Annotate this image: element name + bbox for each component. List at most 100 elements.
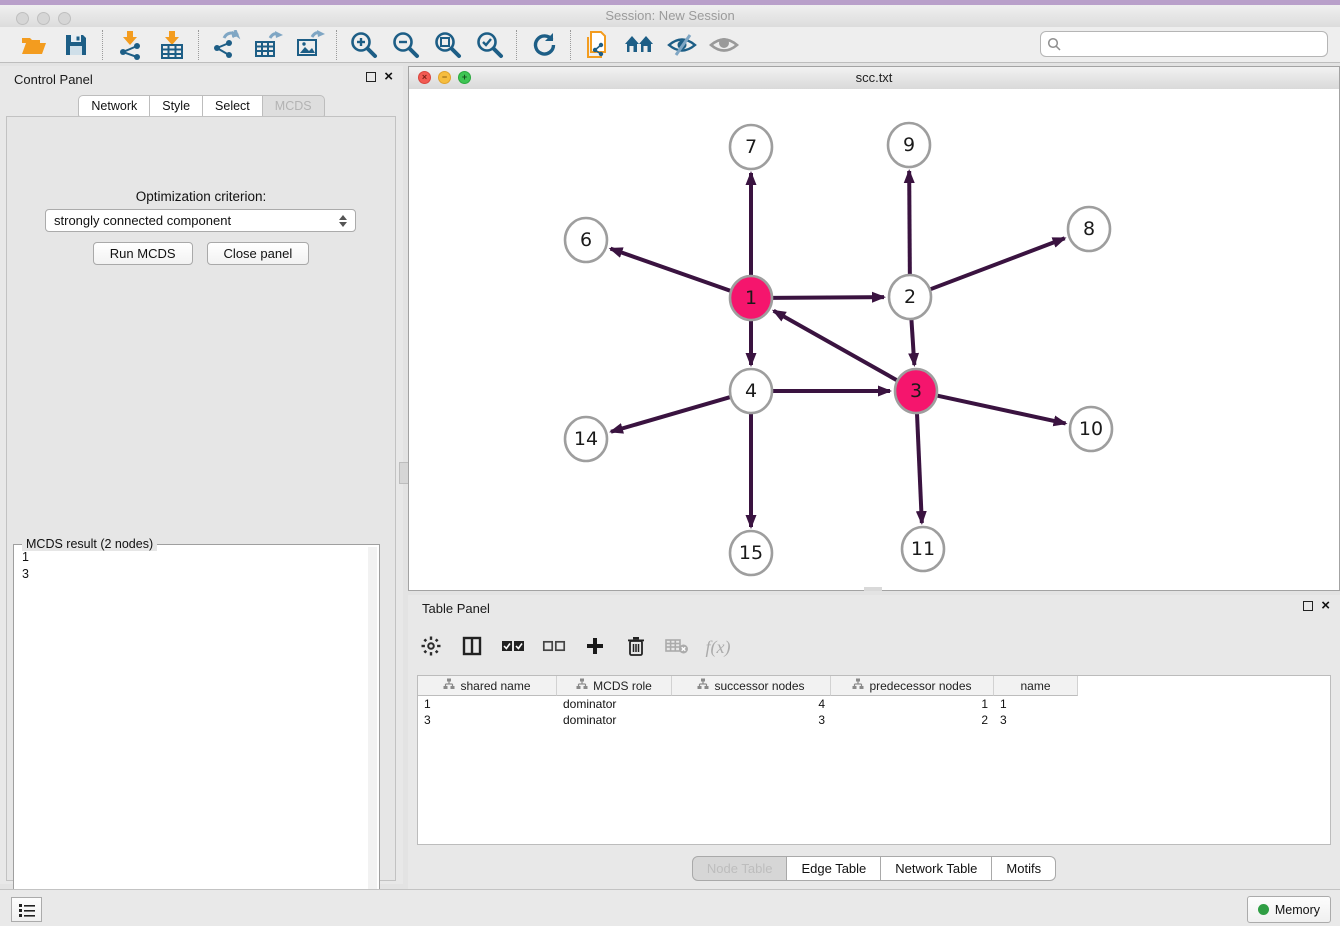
edge-4-14[interactable] [611, 397, 730, 432]
zoom-out-icon [391, 30, 421, 60]
float-table-panel-icon[interactable] [1303, 601, 1313, 611]
column-header-MCDS-role[interactable]: MCDS role [557, 676, 672, 696]
run-mcds-button[interactable]: Run MCDS [93, 242, 193, 265]
trash-button[interactable] [623, 634, 649, 660]
houses-button[interactable] [624, 30, 656, 60]
select-all-button[interactable] [500, 634, 526, 660]
toolbar-group [200, 30, 336, 60]
column-header-name[interactable]: name [994, 676, 1078, 696]
task-history-button[interactable] [11, 897, 42, 922]
cell-MCDS-role[interactable]: dominator [557, 712, 672, 728]
tab-style[interactable]: Style [150, 95, 203, 117]
cell-successor-nodes[interactable]: 3 [672, 712, 831, 728]
hierarchy-icon [576, 678, 588, 693]
add-column-icon [585, 636, 605, 659]
zoom-in-button[interactable] [348, 30, 380, 60]
edge-3-1[interactable] [774, 311, 897, 380]
search-box[interactable] [1040, 31, 1328, 57]
cell-shared-name[interactable]: 1 [418, 696, 557, 712]
graph-node-6[interactable]: 6 [565, 218, 607, 262]
edge-1-2[interactable] [773, 297, 884, 298]
node-label: 9 [903, 134, 915, 156]
add-column-button[interactable] [582, 634, 608, 660]
edge-2-3[interactable] [911, 319, 914, 365]
node-label: 8 [1083, 218, 1095, 240]
folder-open-button[interactable] [18, 30, 50, 60]
workspace: Control Panel × NetworkStyleSelectMCDS O… [0, 63, 1340, 889]
criterion-select[interactable]: strongly connected component [45, 209, 356, 232]
edge-2-9[interactable] [909, 171, 910, 275]
zoom-out-button[interactable] [390, 30, 422, 60]
edge-2-8[interactable] [931, 238, 1065, 289]
cell-MCDS-role[interactable]: dominator [557, 696, 672, 712]
graph-node-4[interactable]: 4 [730, 369, 772, 413]
save-button[interactable] [60, 30, 92, 60]
graph-node-2[interactable]: 2 [889, 275, 931, 319]
export-image-button[interactable] [294, 30, 326, 60]
split-columns-button[interactable] [459, 634, 485, 660]
float-panel-icon[interactable] [366, 72, 376, 82]
column-header-successor-nodes[interactable]: successor nodes [672, 676, 831, 696]
tab-motifs[interactable]: Motifs [992, 856, 1056, 881]
cell-predecessor-nodes[interactable]: 1 [831, 696, 994, 712]
close-table-panel-icon[interactable]: × [1321, 600, 1330, 612]
export-table-button[interactable] [252, 30, 284, 60]
mcds-result-text[interactable]: 1 3 [16, 549, 367, 918]
toolbar-group [518, 30, 570, 60]
node-label: 4 [745, 380, 757, 402]
import-table-button[interactable] [156, 30, 188, 60]
tab-network-table[interactable]: Network Table [881, 856, 992, 881]
graph-node-8[interactable]: 8 [1068, 207, 1110, 251]
table-row[interactable]: 3dominator323 [418, 712, 1330, 728]
refresh-button[interactable] [528, 30, 560, 60]
tab-edge-table[interactable]: Edge Table [787, 856, 881, 881]
horizontal-splitter-grip[interactable] [864, 587, 882, 591]
graph-node-10[interactable]: 10 [1070, 407, 1112, 451]
memory-button[interactable]: Memory [1247, 896, 1331, 923]
cell-name[interactable]: 1 [994, 696, 1078, 712]
search-input[interactable] [1066, 36, 1321, 53]
eye-slash-button[interactable] [666, 30, 698, 60]
graph-node-9[interactable]: 9 [888, 123, 930, 167]
deselect-all-button[interactable] [541, 634, 567, 660]
delete-table-icon [665, 637, 689, 658]
tab-network[interactable]: Network [78, 95, 150, 117]
edge-1-6[interactable] [611, 249, 731, 291]
gear-button[interactable] [418, 634, 444, 660]
cell-successor-nodes[interactable]: 4 [672, 696, 831, 712]
graph-node-1[interactable]: 1 [730, 276, 772, 320]
close-panel-button[interactable]: Close panel [207, 242, 310, 265]
cell-name[interactable]: 3 [994, 712, 1078, 728]
tab-mcds[interactable]: MCDS [263, 95, 325, 117]
mcds-panel: Optimization criterion: strongly connect… [6, 116, 396, 881]
result-scrollbar[interactable] [368, 547, 377, 918]
control-panel-title: Control Panel [14, 72, 93, 87]
graph-node-7[interactable]: 7 [730, 125, 772, 169]
network-canvas[interactable]: 7 9 6 8 1 2 4 3 14 10 15 11 [409, 89, 1339, 590]
node-label: 7 [745, 136, 757, 158]
close-panel-icon[interactable]: × [384, 71, 393, 83]
memory-status-icon [1258, 904, 1269, 915]
tab-select[interactable]: Select [203, 95, 263, 117]
edge-3-10[interactable] [937, 396, 1065, 424]
cell-shared-name[interactable]: 3 [418, 712, 557, 728]
graph-node-15[interactable]: 15 [730, 531, 772, 575]
column-header-predecessor-nodes[interactable]: predecessor nodes [831, 676, 994, 696]
edge-3-11[interactable] [917, 413, 922, 523]
column-header-shared-name[interactable]: shared name [418, 676, 557, 696]
import-network-button[interactable] [114, 30, 146, 60]
graph-node-11[interactable]: 11 [902, 527, 944, 571]
graph-node-14[interactable]: 14 [565, 417, 607, 461]
node-label: 1 [745, 287, 757, 309]
node-label: 6 [580, 229, 592, 251]
zoom-fit-button[interactable] [432, 30, 464, 60]
network-window: × − + scc.txt 7968124314101511 [408, 66, 1340, 591]
eye-button[interactable] [708, 30, 740, 60]
table-row[interactable]: 1dominator411 [418, 696, 1330, 712]
copy-network-button[interactable] [582, 30, 614, 60]
export-network-button[interactable] [210, 30, 242, 60]
cell-predecessor-nodes[interactable]: 2 [831, 712, 994, 728]
zoom-check-button[interactable] [474, 30, 506, 60]
tab-node-table[interactable]: Node Table [692, 856, 788, 881]
graph-node-3[interactable]: 3 [895, 369, 937, 413]
